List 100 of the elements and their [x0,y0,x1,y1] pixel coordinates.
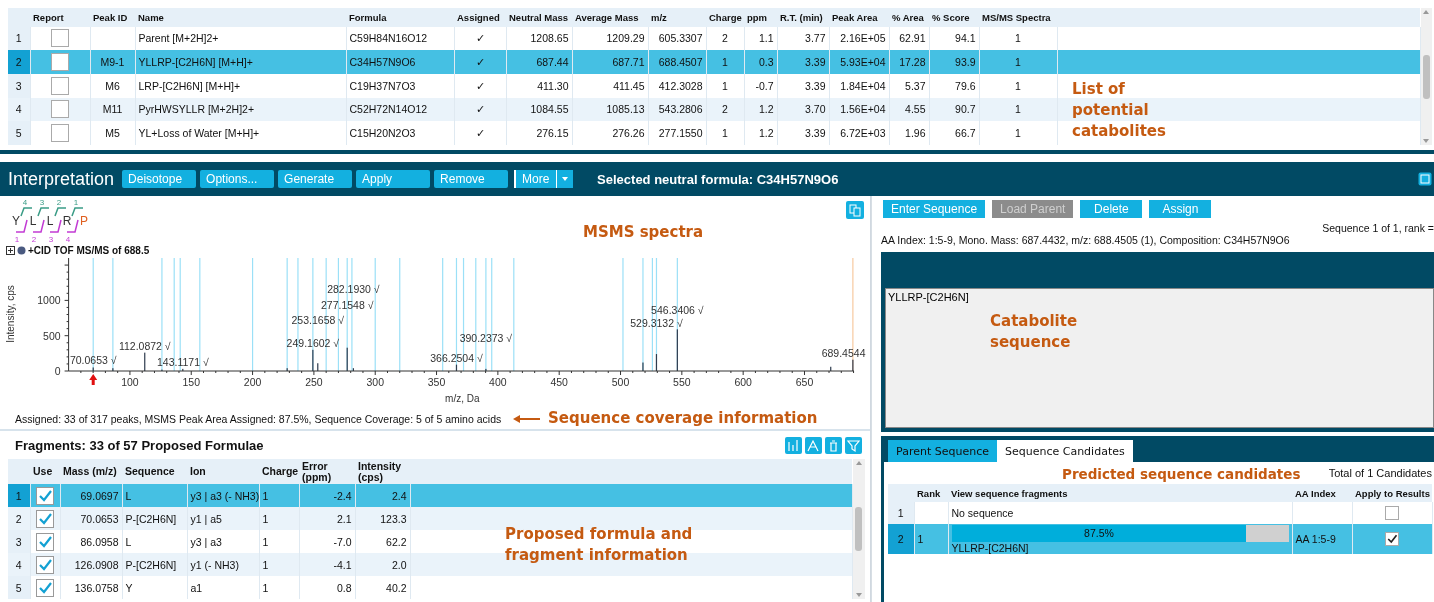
peak-label: 112.0872 √ [118,339,171,352]
table-cell: 6.72E+03 [840,127,886,140]
tick-label: 500 [43,329,61,342]
selected-formula: Selected neutral formula: C34H57N9O6 [597,171,840,187]
table-cell: 1209.29 [606,32,645,45]
annotation-label: Sequence coverage information [548,408,818,429]
column-header: % Area [889,8,929,27]
annotation-label: Predicted sequence candidates [1062,465,1301,484]
column-header: Charge [706,8,744,27]
table-cell: ✓ [475,56,485,69]
table-cell: M11 [102,103,123,116]
peak-label: 366.2504 √ [430,351,483,364]
table-cell: 1 [262,558,269,571]
table-cell: M5 [105,127,120,140]
tick-label: 350 [427,376,446,388]
column-header: Use [30,459,60,484]
table-cell: 2.0 [391,558,407,571]
table-cell: 1.84E+04 [840,79,886,92]
annotation-label: List of potential catabolites [1072,79,1167,142]
tick-label: 500 [611,376,630,388]
table-cell: 93.9 [955,56,976,69]
table-cell: Parent [M+2H]2+ [138,32,219,45]
table-cell: 62.91 [899,32,926,45]
table-cell: 276.26 [612,127,645,140]
table-cell: 1208.65 [530,32,569,45]
table-cell: 1 [1015,127,1021,140]
table-cell: 412.3028 [658,79,703,92]
table-cell: 277.1550 [658,127,703,140]
table-cell: 70.0653 [80,512,119,525]
table-cell: P-[C2H6N] [125,558,177,571]
column-header: % Score [929,8,979,27]
table-cell: 1 [917,533,924,545]
table-cell: 1.56E+04 [840,103,886,116]
table-cell: 1 [262,581,269,594]
annotation-label: Catabolite sequence [990,311,1079,353]
table-cell: 1 [722,79,728,92]
table-cell: 62.2 [386,535,407,548]
table-cell: 605.3307 [658,32,703,45]
annotation-label: Proposed formula and fragment information [505,524,694,566]
panel-title: Interpretation [8,168,115,190]
peak-label: 143.1171 √ [156,355,209,368]
table-cell: 687.71 [612,56,645,69]
table-cell: C34H57N9O6 [349,56,416,69]
table-cell: 69.0697 [80,489,119,502]
table-cell: 3.39 [805,79,826,92]
table-cell: 79.6 [955,79,976,92]
table-cell: 5.37 [905,79,926,92]
section-title: Fragments: 33 of 57 Proposed Formulae [15,437,265,453]
table-cell: 543.2806 [658,103,703,116]
table-cell: 90.7 [955,103,976,116]
table-cell: y3 | a3 [190,535,222,548]
table-cell: a1 [190,581,203,594]
table-cell: 136.0758 [74,581,119,594]
table-cell: y1 (- NH3) [190,558,239,571]
table-cell: 1.2 [758,127,774,140]
column-header: Rank [914,484,948,502]
table-cell: ✓ [475,79,485,92]
axis-title: m/z, Da [445,393,480,404]
table-cell: 1085.13 [606,103,645,116]
table-cell: 2 [722,103,728,116]
column-header: Neutral Mass [506,8,572,27]
table-cell: 411.30 [537,79,569,92]
peak-label: 689.4544 [821,346,866,359]
table-cell: M6 [105,79,120,92]
column-header: Peak Area [829,8,889,27]
table-cell: 1 [722,127,728,140]
table-cell: y1 | a5 [190,512,222,525]
tick-label: 450 [550,376,568,388]
table-cell: C52H72N14O12 [349,103,428,116]
table-cell: 1 [262,535,269,548]
sequence-position: Sequence 1 of 1, rank = [1321,222,1434,234]
table-cell: 2 [722,32,728,45]
column-header: Name [135,8,346,27]
column-header: Peak ID [90,8,135,27]
table-cell: 123.3 [380,512,407,525]
candidate-total: Total of 1 Candidates [1328,467,1432,479]
table-cell: ✓ [475,127,485,140]
table-cell: P-[C2H6N] [125,512,177,525]
table-cell: 2.1 [336,512,352,525]
table-cell: -4.1 [333,558,352,571]
tick-label: 1000 [37,294,61,307]
column-header: View sequence fragments [948,484,1292,502]
table-cell: PyrHWSYLLR [M+2H]2+ [138,103,255,116]
table-cell: 1 [1015,103,1021,116]
table-cell: 86.0958 [80,535,119,548]
sequence-info: AA Index: 1:5-9, Mono. Mass: 687.4432, m/z: 688.4505 (1), Composition: C34H57N9O6 [881,234,1291,246]
table-cell: 40.2 [386,581,407,594]
table-cell: y3 | a3 (- NH3) [190,489,260,502]
table-cell: -0.7 [755,79,774,92]
table-cell: 1 [1015,79,1021,92]
tick-label: 300 [366,376,384,388]
peak-label: 546.3406 √ [651,304,704,317]
table-cell-text: YLLRP-[C2H6N] [951,541,1030,554]
table-cell: 66.7 [955,127,976,140]
table-cell: -2.4 [333,489,352,502]
table-cell: Y [125,581,133,594]
column-header: Average Mass [572,8,648,27]
column-header: Formula [346,8,454,27]
table-cell: 276.15 [536,127,569,140]
tick-label: 650 [795,376,814,388]
